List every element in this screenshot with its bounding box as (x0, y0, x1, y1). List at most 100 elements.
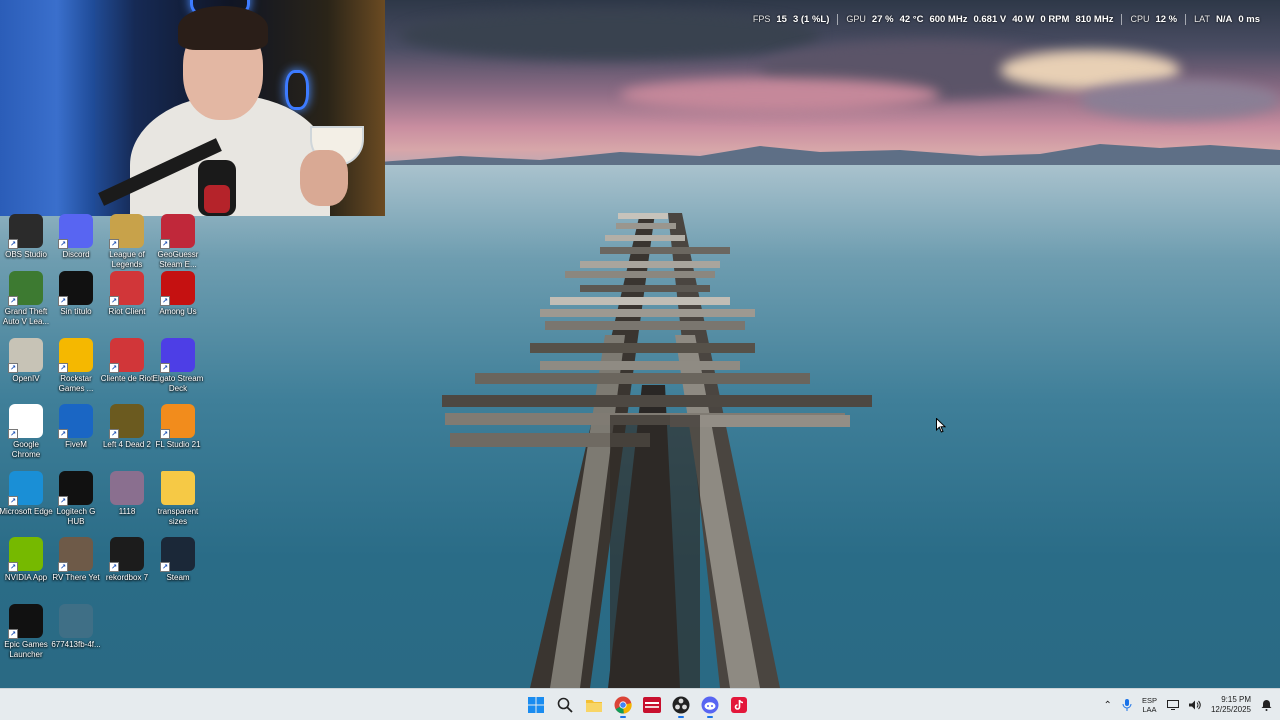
chrome-taskbar-button[interactable] (611, 691, 635, 719)
desktop-icon[interactable]: ↗ Left 4 Dead 2 (101, 404, 153, 464)
desktop-icon[interactable]: ↗ FiveM (50, 404, 102, 464)
notification-bell-icon[interactable] (1261, 699, 1272, 711)
desktop-icon[interactable]: ↗ rekordbox 7 (101, 537, 153, 597)
search-button[interactable] (553, 691, 577, 719)
edge-icon: ↗ (8, 471, 43, 506)
shortcut-arrow-icon: ↗ (109, 363, 119, 373)
desktop-icon[interactable]: ↗ OBS Studio (0, 214, 52, 274)
riot-icon: ↗ (109, 338, 144, 373)
desktop-icon[interactable]: ↗ Cliente de Riot (101, 338, 153, 398)
clock[interactable]: 9:15 PM 12/25/2025 (1211, 695, 1251, 715)
league-icon: ↗ (109, 214, 144, 249)
desktop-icon-label: Logitech G HUB (56, 507, 96, 526)
desktop-icon[interactable]: 677413fb-4f... (50, 604, 102, 664)
desktop-icon-grid: ↗ OBS Studio ↗ Discord ↗ League of Legends ↗ Ge… (0, 214, 210, 684)
image-file-icon (59, 604, 93, 638)
desktop-icon-label: 677413fb-4f... (51, 640, 101, 649)
speaker-icon[interactable] (1188, 700, 1201, 710)
desktop-icon-label: Riot Client (108, 307, 146, 316)
tiktok-taskbar-button[interactable] (727, 691, 751, 719)
shortcut-arrow-icon: ↗ (160, 239, 170, 249)
desktop-icon[interactable]: ↗ Grand Theft Auto V Lea... (0, 271, 52, 331)
fl-studio-icon: ↗ (160, 404, 195, 439)
shortcut-arrow-icon: ↗ (160, 363, 170, 373)
shortcut-arrow-icon: ↗ (160, 429, 170, 439)
network-icon[interactable] (1166, 700, 1179, 710)
desktop-icon[interactable]: ↗ Elgato Stream Deck (152, 338, 204, 398)
chrome-icon: ↗ (8, 404, 43, 439)
obs-icon (672, 696, 690, 714)
red-app-icon (643, 697, 661, 713)
discord-icon (701, 696, 719, 714)
wallpaper-pier (442, 213, 872, 688)
webcam-background-door (0, 0, 95, 216)
geoguessr-icon: ↗ (160, 214, 195, 249)
microphone-icon[interactable] (1122, 699, 1132, 711)
desktop-icon[interactable]: ↗ NVIDIA App (0, 537, 52, 597)
discord-taskbar-button[interactable] (698, 691, 722, 719)
desktop-icon[interactable]: 1118 (101, 471, 153, 531)
desktop-icon[interactable]: ↗ Riot Client (101, 271, 153, 331)
desktop-icon[interactable]: ↗ Google Chrome (0, 404, 52, 464)
desktop-icon-label: Rockstar Games ... (58, 374, 94, 393)
file-explorer-button[interactable] (582, 691, 606, 719)
desktop-icon[interactable]: ↗ GeoGuessr Steam E... (152, 214, 204, 274)
nvidia-icon: ↗ (8, 537, 43, 572)
mouse-cursor-icon (936, 418, 946, 433)
calendar-app-button[interactable] (640, 691, 664, 719)
desktop-icon[interactable]: transparent sizes (152, 471, 204, 531)
desktop-icon-label: NVIDIA App (4, 573, 48, 582)
desktop-icon[interactable]: ↗ Discord (50, 214, 102, 274)
desktop-icon-label: Microsoft Edge (0, 507, 53, 516)
image-file-icon (110, 471, 144, 505)
rekordbox-icon: ↗ (109, 537, 144, 572)
obs-icon: ↗ (8, 214, 43, 249)
obs-taskbar-button[interactable] (669, 691, 693, 719)
language-indicator[interactable]: ESP LAA (1142, 696, 1157, 714)
desktop-icon[interactable]: ↗ Sin título (50, 271, 102, 331)
desktop-icon[interactable]: ↗ Epic Games Launcher (0, 604, 52, 664)
shortcut-arrow-icon: ↗ (58, 363, 68, 373)
gta-icon: ↗ (8, 271, 43, 306)
start-button[interactable] (524, 691, 548, 719)
cpu-readout: CPU 12 % (1121, 13, 1185, 25)
desktop-icon-label: OBS Studio (5, 250, 47, 259)
shortcut-arrow-icon: ↗ (109, 296, 119, 306)
folder-icon (161, 471, 195, 505)
desktop-icon-label: Among Us (159, 307, 197, 316)
desktop-icon-label: Steam (166, 573, 190, 582)
shortcut-arrow-icon: ↗ (8, 429, 18, 439)
shortcut-arrow-icon: ↗ (58, 496, 68, 506)
desktop-icon-label: transparent sizes (157, 507, 199, 526)
desktop-icon-label: RV There Yet (52, 573, 100, 582)
desktop-icon[interactable]: ↗ Microsoft Edge (0, 471, 53, 531)
chevron-up-icon[interactable]: ⌃ (1104, 700, 1112, 711)
among-us-icon: ↗ (160, 271, 195, 306)
desktop-icon-label: Sin título (60, 307, 92, 316)
desktop-icon-label: FL Studio 21 (155, 440, 201, 449)
desktop-icon-label: League of Legends (109, 250, 145, 269)
shortcut-arrow-icon: ↗ (58, 296, 68, 306)
desktop-icon-label: GeoGuessr Steam E... (157, 250, 199, 269)
desktop-icon-label: Elgato Stream Deck (152, 374, 204, 393)
desktop-icon[interactable]: ↗ RV There Yet (50, 537, 102, 597)
desktop-icon[interactable]: ↗ OpenIV (0, 338, 52, 398)
shortcut-arrow-icon: ↗ (109, 429, 119, 439)
shortcut-arrow-icon: ↗ (58, 429, 68, 439)
search-icon (557, 697, 573, 713)
shortcut-arrow-icon: ↗ (8, 562, 18, 572)
desktop-icon[interactable]: ↗ FL Studio 21 (152, 404, 204, 464)
riot-icon: ↗ (109, 271, 144, 306)
desktop-icon[interactable]: ↗ League of Legends (101, 214, 153, 274)
fivem-icon: ↗ (58, 404, 93, 439)
shortcut-arrow-icon: ↗ (58, 239, 68, 249)
stream-deck-icon: ↗ (160, 338, 195, 373)
epic-games-icon: ↗ (8, 604, 43, 639)
desktop-icon-label: Epic Games Launcher (4, 640, 48, 659)
desktop-icon[interactable]: ↗ Among Us (152, 271, 204, 331)
desktop-icon[interactable]: ↗ Steam (152, 537, 204, 597)
taskbar-pinned-apps (524, 689, 751, 720)
desktop-icon-label: Grand Theft Auto V Lea... (2, 307, 50, 326)
desktop-icon[interactable]: ↗ Logitech G HUB (50, 471, 102, 531)
desktop-icon[interactable]: ↗ Rockstar Games ... (50, 338, 102, 398)
